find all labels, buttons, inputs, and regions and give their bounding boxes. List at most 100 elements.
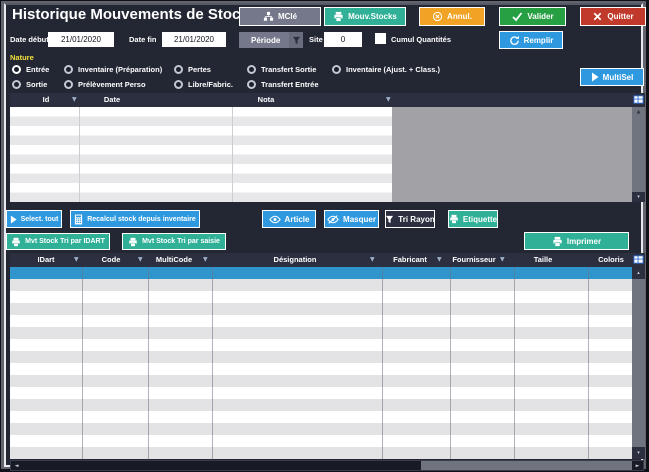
column-divider [82, 267, 83, 459]
scroll-left-icon[interactable]: ◄ [11, 461, 22, 470]
scroll-down-icon[interactable]: ▾ [632, 447, 645, 459]
valider-label: Valider [527, 12, 553, 21]
horizontal-scrollbar[interactable]: ◄ ► [10, 460, 644, 471]
sort-filter-icon[interactable]: ▼ [370, 257, 375, 263]
date-debut-label: Date début [10, 35, 49, 44]
article-button[interactable]: Article [262, 210, 316, 228]
mvt-stock-idart-label: Mvt Stock Tri par IDART [25, 238, 105, 245]
movements-vertical-scrollbar[interactable]: ▲ ▾ [632, 107, 645, 202]
mvt-stock-saisie-button[interactable]: Mvt Stock Tri par saisie [122, 233, 226, 250]
col-id[interactable]: Id [43, 96, 50, 104]
mvt-stock-idart-button[interactable]: Mvt Stock Tri par IDART [6, 233, 110, 250]
copy-table-icon[interactable] [633, 94, 644, 105]
radio-libre-fabric[interactable]: Libre/Fabric. [174, 79, 233, 89]
sort-filter-icon[interactable]: ▼ [386, 97, 391, 103]
remplir-label: Remplir [524, 36, 554, 45]
sort-filter-icon[interactable]: ▼ [437, 257, 442, 263]
imprimer-label: Imprimer [567, 237, 601, 246]
printer-icon [333, 11, 344, 22]
close-icon [592, 11, 603, 22]
refresh-icon [509, 35, 520, 46]
articles-table-body[interactable] [10, 279, 632, 459]
sort-filter-icon[interactable]: ▼ [74, 257, 79, 263]
site-label: Site [309, 35, 323, 44]
col-fournisseur[interactable]: Fournisseur [452, 256, 495, 264]
radio-inventaire-preparation[interactable]: Inventaire (Préparation) [64, 64, 162, 74]
date-debut-input[interactable] [48, 32, 114, 47]
col-nota[interactable]: Nota [258, 96, 275, 104]
app-window: Historique Mouvements de Stock MClé Mouv… [4, 3, 643, 467]
sort-filter-icon[interactable]: ▼ [138, 257, 143, 263]
selected-row[interactable] [10, 267, 632, 279]
quitter-button[interactable]: Quitter [580, 7, 646, 26]
select-tout-button[interactable]: Select. tout [6, 210, 62, 228]
scroll-up-icon[interactable]: ▴ [632, 267, 645, 279]
movements-table-body[interactable] [10, 107, 392, 202]
scroll-down-icon[interactable]: ▾ [632, 192, 645, 202]
column-divider [450, 267, 451, 459]
multisel-button[interactable]: MultiSel [580, 68, 644, 86]
radio-sortie[interactable]: Sortie [12, 79, 47, 89]
periode-label: Période [251, 36, 280, 45]
col-multicode[interactable]: MultiCode [156, 256, 192, 264]
radio-prelevement-perso[interactable]: Prélèvement Perso [64, 79, 146, 89]
imprimer-button[interactable]: Imprimer [524, 232, 629, 250]
col-fabricant[interactable]: Fabricant [393, 256, 427, 264]
column-divider [514, 267, 515, 459]
nature-label: Nature [10, 53, 34, 62]
column-divider [588, 267, 589, 459]
col-date[interactable]: Date [104, 96, 120, 104]
printer-icon [449, 214, 459, 224]
periode-dropdown[interactable]: Période [239, 32, 303, 48]
mouv-stocks-button[interactable]: Mouv.Stocks [324, 7, 406, 26]
scroll-thumb[interactable] [421, 461, 632, 470]
mvt-stock-saisie-label: Mvt Stock Tri par saisie [142, 238, 220, 245]
check-icon [511, 11, 523, 22]
printer-icon [11, 237, 21, 247]
mcle-button[interactable]: MClé [239, 7, 321, 26]
mouv-stocks-label: Mouv.Stocks [348, 12, 397, 21]
radio-transfert-entree[interactable]: Transfert Entrée [247, 79, 319, 89]
scroll-up-icon[interactable]: ▲ [632, 109, 645, 115]
window-frame: Historique Mouvements de Stock MClé Mouv… [1, 1, 646, 469]
remplir-button[interactable]: Remplir [499, 31, 563, 49]
site-input[interactable] [324, 32, 362, 47]
cumul-quantites-checkbox[interactable] [375, 33, 386, 44]
articles-table-header: IDart ▼ Code ▼ MultiCode ▼ Désignation ▼… [10, 253, 645, 267]
article-label: Article [285, 215, 310, 224]
col-taille[interactable]: Taille [534, 256, 553, 264]
valider-button[interactable]: Valider [499, 7, 566, 26]
col-designation[interactable]: Désignation [274, 256, 317, 264]
sort-filter-icon[interactable]: ▼ [72, 97, 77, 103]
sort-filter-icon[interactable]: ▼ [500, 257, 505, 263]
radio-pertes[interactable]: Pertes [174, 64, 211, 74]
table-empty-area [392, 107, 632, 202]
radio-transfert-sortie[interactable]: Transfert Sortie [247, 64, 316, 74]
masquer-button[interactable]: Masquer [324, 210, 379, 228]
quitter-label: Quitter [607, 12, 633, 21]
radio-circle [12, 65, 21, 74]
select-tout-label: Select. tout [21, 216, 59, 223]
date-fin-input[interactable] [162, 32, 226, 47]
recalcul-stock-button[interactable]: Recalcul stock depuis inventaire [70, 210, 200, 228]
copy-table-icon[interactable] [633, 254, 644, 265]
movements-table: Id ▼ Date Nota ▼ ▲ ▾ [10, 93, 645, 202]
column-divider [212, 267, 213, 459]
tri-rayon-button[interactable]: Tri Rayon [385, 210, 435, 228]
radio-entree[interactable]: Entrée [12, 64, 49, 74]
col-idart[interactable]: IDart [37, 256, 54, 264]
annul-label: Annul. [447, 12, 472, 21]
column-divider [148, 267, 149, 459]
cancel-icon [432, 11, 443, 22]
articles-vertical-scrollbar[interactable]: ▴ ▾ [632, 267, 645, 459]
col-code[interactable]: Code [102, 256, 121, 264]
radio-inventaire-ajust[interactable]: Inventaire (Ajust. + Class.) [332, 64, 440, 74]
tri-rayon-label: Tri Rayon [398, 215, 434, 224]
col-coloris[interactable]: Coloris [598, 256, 624, 264]
sort-filter-icon[interactable]: ▼ [203, 257, 208, 263]
printer-icon [552, 236, 563, 247]
annul-button[interactable]: Annul. [419, 7, 485, 26]
radio-circle [12, 80, 21, 89]
scroll-right-icon[interactable]: ► [632, 461, 643, 470]
etiquette-button[interactable]: Etiquette [448, 210, 498, 228]
